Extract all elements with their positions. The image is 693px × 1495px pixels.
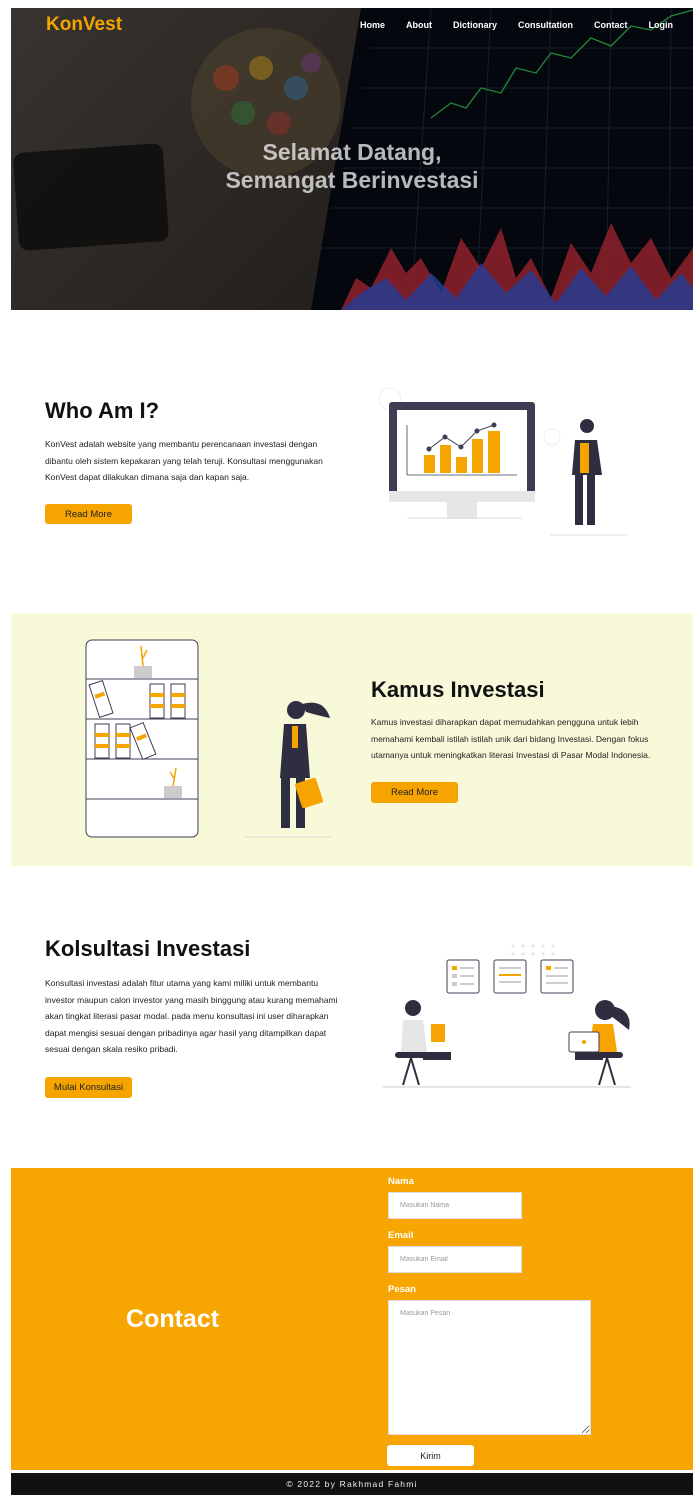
name-input[interactable] bbox=[388, 1192, 522, 1219]
kamus-read-more-button[interactable]: Read More bbox=[371, 782, 458, 803]
nav-dictionary[interactable]: Dictionary bbox=[453, 20, 497, 30]
konsultasi-description: Konsultasi investasi adalah fitur utama … bbox=[45, 978, 338, 1054]
nav-login[interactable]: Login bbox=[649, 20, 674, 30]
contact-title: Contact bbox=[126, 1305, 220, 1333]
who-description: KonVest adalah website yang membantu per… bbox=[45, 439, 323, 482]
who-read-more-button[interactable]: Read More bbox=[45, 504, 132, 524]
konsultasi-title: Kolsultasi Investasi bbox=[45, 936, 251, 961]
hero-title-line2: Semangat Berinvestasi bbox=[225, 167, 479, 193]
hero-title: Selamat Datang, Semangat Berinvestasi bbox=[11, 138, 693, 194]
main-nav: Home About Dictionary Consultation Conta… bbox=[339, 20, 673, 30]
message-textarea[interactable] bbox=[388, 1300, 591, 1435]
message-label: Pesan bbox=[388, 1284, 416, 1295]
consultation-illustration bbox=[383, 944, 631, 1088]
nav-home[interactable]: Home bbox=[360, 20, 385, 30]
nav-consultation[interactable]: Consultation bbox=[518, 20, 573, 30]
name-label: Nama bbox=[388, 1176, 414, 1187]
analytics-illustration bbox=[378, 387, 627, 536]
mulai-konsultasi-button[interactable]: Mulai Konsultasi bbox=[45, 1077, 132, 1098]
send-button[interactable]: Kirim bbox=[387, 1445, 474, 1466]
nav-contact[interactable]: Contact bbox=[594, 20, 628, 30]
email-label: Email bbox=[388, 1230, 414, 1241]
who-title: Who Am I? bbox=[45, 398, 160, 423]
hero-banner: KonVest Home About Dictionary Consultati… bbox=[11, 8, 693, 310]
footer-copyright: © 2022 by Rakhmad Fahmi bbox=[11, 1473, 693, 1495]
email-input[interactable] bbox=[388, 1246, 522, 1273]
kamus-description: Kamus investasi diharapkan dapat memudah… bbox=[371, 717, 651, 760]
bookshelf-illustration bbox=[85, 639, 332, 838]
kamus-title: Kamus Investasi bbox=[371, 677, 545, 702]
nav-about[interactable]: About bbox=[406, 20, 432, 30]
hero-title-line1: Selamat Datang, bbox=[262, 139, 442, 165]
brand-logo[interactable]: KonVest bbox=[46, 14, 122, 36]
